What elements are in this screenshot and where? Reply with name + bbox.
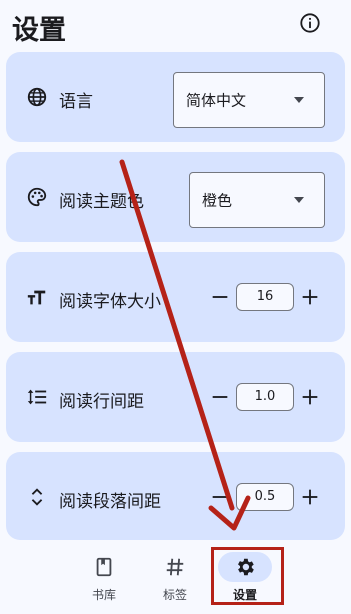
nav-label-library: 书库 xyxy=(91,588,116,602)
font-size-value[interactable]: 16 xyxy=(236,283,294,311)
font-size-label: 阅读字体大小 xyxy=(59,292,161,312)
globe-icon xyxy=(27,87,47,107)
plus-icon[interactable] xyxy=(299,286,321,308)
line-spacing-value[interactable]: 1.0 xyxy=(236,383,294,411)
paragraph-spacing-value[interactable]: 0.5 xyxy=(236,483,294,511)
language-label: 语言 xyxy=(59,92,93,112)
palette-icon xyxy=(27,187,47,207)
line-spacing-setting-card: 阅读行间距 1.0 xyxy=(6,352,345,442)
minus-icon[interactable] xyxy=(209,286,231,308)
theme-color-dropdown[interactable]: 橙色 xyxy=(189,172,325,228)
nav-item-library[interactable]: 书库 xyxy=(64,542,144,614)
dropdown-arrow-icon xyxy=(294,97,304,103)
plus-icon[interactable] xyxy=(299,486,321,508)
minus-icon[interactable] xyxy=(209,386,231,408)
book-icon xyxy=(96,557,112,577)
info-icon[interactable] xyxy=(299,12,321,34)
app-header: 设置 xyxy=(0,0,351,50)
language-setting-card: 语言 简体中文 xyxy=(6,52,345,142)
theme-color-label: 阅读主题色 xyxy=(59,192,144,212)
font-size-setting-card: 阅读字体大小 16 xyxy=(6,252,345,342)
line-spacing-icon xyxy=(27,389,47,405)
unfold-icon xyxy=(31,488,43,506)
language-dropdown[interactable]: 简体中文 xyxy=(173,72,325,128)
page-title: 设置 xyxy=(12,15,66,46)
dropdown-arrow-icon xyxy=(294,197,304,203)
paragraph-spacing-setting-card: 阅读段落间距 0.5 xyxy=(6,452,345,540)
nav-item-tags[interactable]: 标签 xyxy=(135,542,215,614)
paragraph-spacing-label: 阅读段落间距 xyxy=(59,492,161,512)
minus-icon[interactable] xyxy=(209,486,231,508)
plus-icon[interactable] xyxy=(299,386,321,408)
language-dropdown-value: 简体中文 xyxy=(186,91,247,110)
text-size-icon xyxy=(27,290,46,305)
hashtag-icon xyxy=(166,558,184,576)
theme-color-setting-card: 阅读主题色 橙色 xyxy=(6,152,345,242)
theme-color-dropdown-value: 橙色 xyxy=(202,191,233,210)
nav-label-tags: 标签 xyxy=(162,588,187,602)
annotation-highlight-box xyxy=(211,547,284,605)
bottom-navigation: 书库 标签 设置 xyxy=(0,542,351,614)
line-spacing-label: 阅读行间距 xyxy=(59,392,144,412)
